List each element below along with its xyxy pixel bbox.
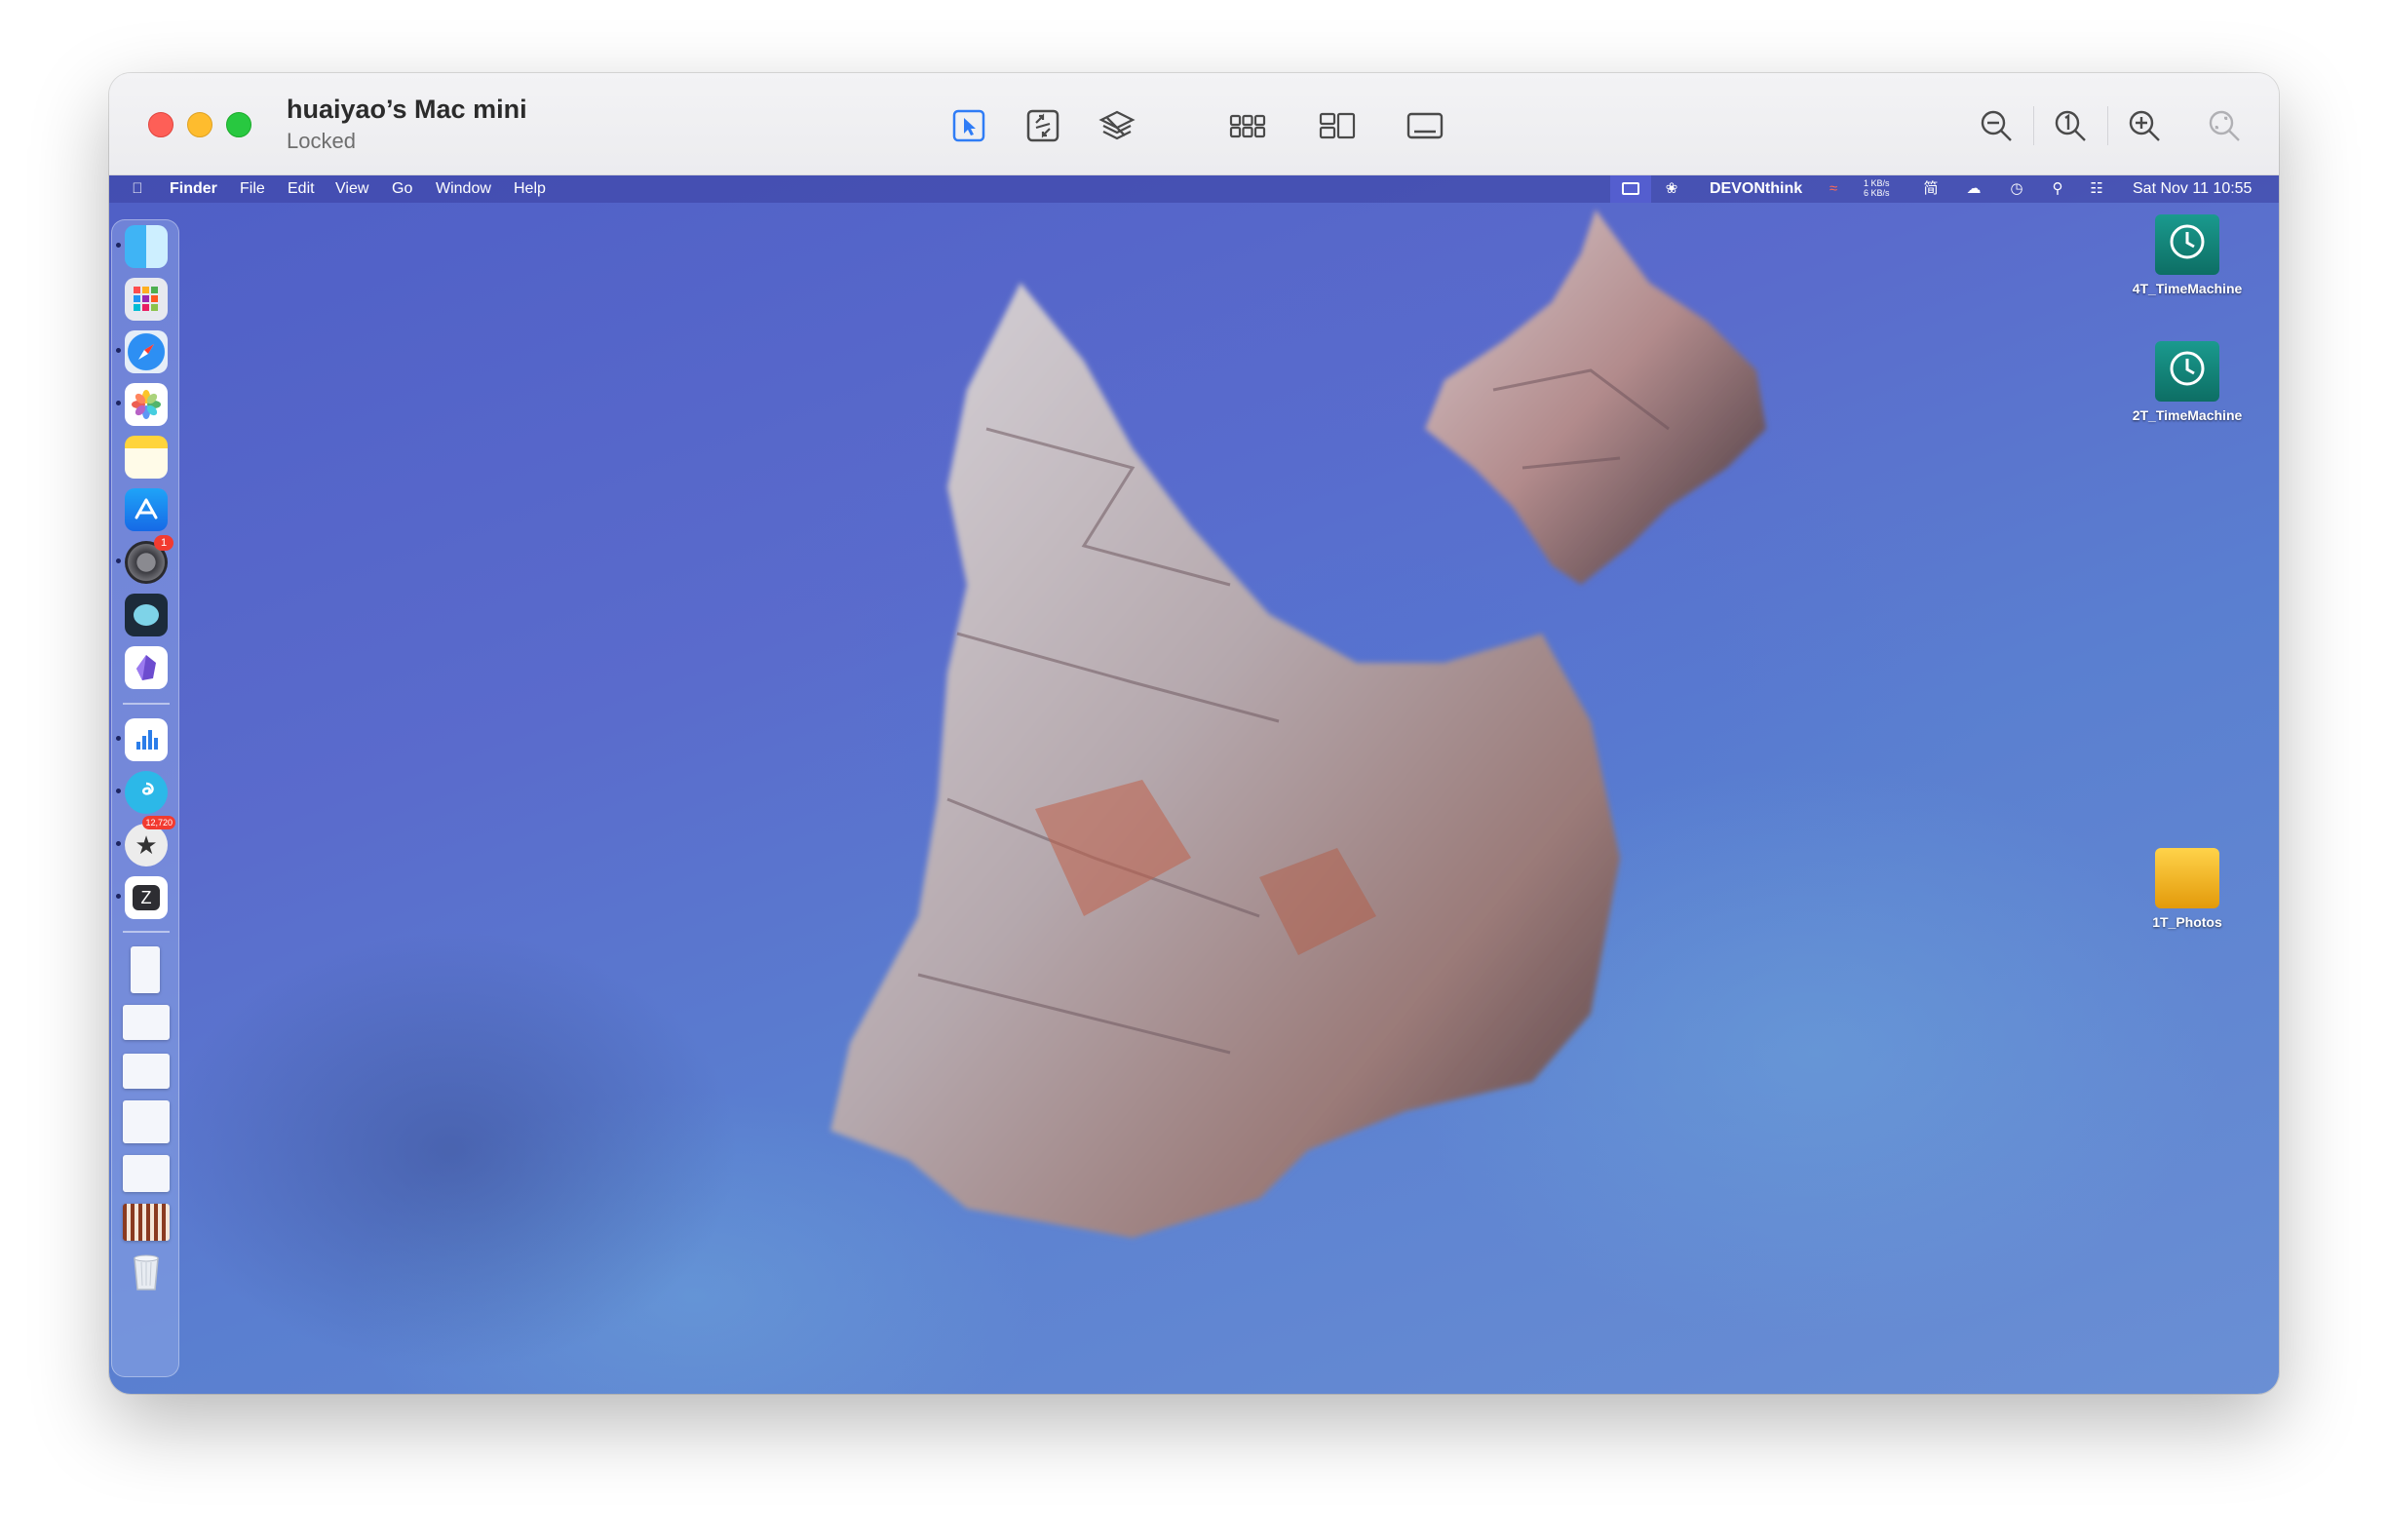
desktop-drive-4t-timemachine[interactable]: 4T_TimeMachine: [2119, 214, 2255, 296]
downloads-stack-icon[interactable]: [131, 946, 160, 993]
layers-button[interactable]: [1094, 102, 1140, 149]
tableplus-icon[interactable]: [125, 594, 168, 636]
control-center-icon[interactable]: ☷: [2088, 180, 2105, 198]
dock-separator: [123, 703, 170, 705]
menu-finder[interactable]: Finder: [170, 180, 217, 198]
network-speed[interactable]: 1 KB/s 6 KB/s: [1864, 178, 1890, 198]
desktop-drive-1t-photos[interactable]: 1T_Photos: [2119, 848, 2255, 930]
bottom-panel-button[interactable]: [1402, 102, 1448, 149]
zoom-out-button[interactable]: [1973, 102, 2020, 149]
screen-sharing-status-icon[interactable]: [1610, 175, 1651, 203]
running-indicator: [116, 736, 121, 741]
scale-icon: [1026, 109, 1059, 142]
wallpaper-rock-image: [830, 210, 1766, 1238]
reeder-icon[interactable]: ★ 12,720: [125, 816, 175, 866]
recent-document-thumbnail[interactable]: [123, 1005, 170, 1040]
textsoap-icon[interactable]: Z: [125, 876, 168, 919]
launchpad-icon[interactable]: [125, 278, 168, 321]
menu-clock[interactable]: Sat Nov 11 10:55: [2133, 180, 2252, 198]
time-machine-drive-icon: [2155, 341, 2219, 402]
zoom-fit-icon: [2209, 110, 2240, 141]
istat-menus-icon[interactable]: [125, 718, 168, 761]
maximize-button[interactable]: [226, 112, 251, 137]
notes-icon[interactable]: [125, 436, 168, 479]
dock: 1 ★ 12,720 Z: [111, 219, 179, 1377]
actual-size-button[interactable]: [2047, 102, 2094, 149]
spotlight-search-icon[interactable]: ⚲: [2049, 180, 2066, 198]
input-method-icon[interactable]: 简: [1922, 180, 1940, 198]
running-indicator: [116, 558, 121, 563]
bottom-panel-icon: [1406, 112, 1444, 139]
menu-go[interactable]: Go: [392, 180, 412, 198]
zoom-fit-button[interactable]: [2201, 102, 2248, 149]
finder-icon[interactable]: [125, 225, 168, 268]
grid-icon: [1229, 114, 1266, 138]
pointer-mode-button[interactable]: [945, 102, 992, 149]
apple-icon[interactable]: : [129, 180, 146, 198]
menu-devonthink[interactable]: DEVONthink: [1710, 180, 1802, 198]
menu-file[interactable]: File: [240, 180, 265, 198]
safari-icon[interactable]: [125, 330, 168, 373]
grid-view-button[interactable]: [1224, 102, 1271, 149]
close-button[interactable]: [148, 112, 173, 137]
scale-mode-button[interactable]: [1020, 102, 1066, 149]
menu-edit[interactable]: Edit: [288, 180, 315, 198]
title-bar: huaiyao’s Mac mini Locked: [109, 73, 2279, 175]
running-indicator: [116, 841, 121, 846]
pointer-icon: [952, 109, 985, 142]
menu-help[interactable]: Help: [514, 180, 546, 198]
network-download: 6 KB/s: [1864, 188, 1890, 198]
external-drive-icon: [2155, 848, 2219, 908]
recent-document-thumbnail[interactable]: [123, 1054, 170, 1089]
menu-window[interactable]: Window: [436, 180, 491, 198]
split-view-icon: [1319, 112, 1356, 139]
desktop-icon-label: 1T_Photos: [2152, 914, 2222, 930]
desktop-icon-label: 4T_TimeMachine: [2132, 281, 2243, 296]
unread-badge: 12,720: [142, 816, 175, 829]
window-status: Locked: [287, 129, 356, 153]
zoom-out-icon: [1981, 110, 2012, 141]
toolbar-divider: [2107, 106, 2108, 145]
desktop-drive-2t-timemachine[interactable]: 2T_TimeMachine: [2119, 341, 2255, 423]
recent-image-thumbnail[interactable]: [123, 1204, 170, 1241]
trash-icon[interactable]: [125, 1251, 168, 1293]
obsidian-icon[interactable]: [125, 646, 168, 689]
running-indicator: [116, 348, 121, 353]
remote-desktop[interactable]:  Finder File Edit View Go Window Help ❀…: [109, 175, 2279, 1394]
menu-view[interactable]: View: [335, 180, 368, 198]
icloud-icon[interactable]: ☁: [1961, 180, 1986, 198]
split-view-button[interactable]: [1314, 102, 1361, 149]
network-upload: 1 KB/s: [1864, 178, 1890, 188]
system-settings-icon[interactable]: 1: [125, 535, 173, 584]
window-title: huaiyao’s Mac mini: [287, 95, 527, 124]
running-indicator: [116, 789, 121, 793]
photos-icon[interactable]: [125, 383, 168, 426]
running-indicator: [116, 894, 121, 899]
recent-document-thumbnail[interactable]: [123, 1100, 170, 1143]
zoom-in-icon: [2129, 110, 2160, 141]
minimize-button[interactable]: [187, 112, 212, 137]
running-indicator: [116, 401, 121, 405]
dock-separator: [123, 931, 170, 933]
running-indicator: [116, 243, 121, 248]
notification-badge: 1: [154, 535, 173, 551]
time-machine-drive-icon: [2155, 214, 2219, 275]
screen-sharing-window: huaiyao’s Mac mini Locked Finder File Ed…: [109, 73, 2279, 1394]
layers-icon: [1098, 110, 1136, 140]
safari-extension-icon[interactable]: ❀: [1663, 180, 1680, 198]
actual-size-icon: [2055, 110, 2086, 141]
zoom-in-button[interactable]: [2121, 102, 2168, 149]
surge-icon[interactable]: [125, 771, 168, 814]
toolbar-divider: [2033, 106, 2034, 145]
time-machine-icon[interactable]: ◷: [2008, 180, 2025, 198]
app-store-icon[interactable]: [125, 488, 168, 531]
activity-graph-icon[interactable]: ≈: [1825, 180, 1842, 198]
recent-document-thumbnail[interactable]: [123, 1155, 170, 1192]
mac-menu-bar:  Finder File Edit View Go Window Help ❀…: [109, 175, 2279, 203]
desktop-icon-label: 2T_TimeMachine: [2132, 407, 2243, 423]
